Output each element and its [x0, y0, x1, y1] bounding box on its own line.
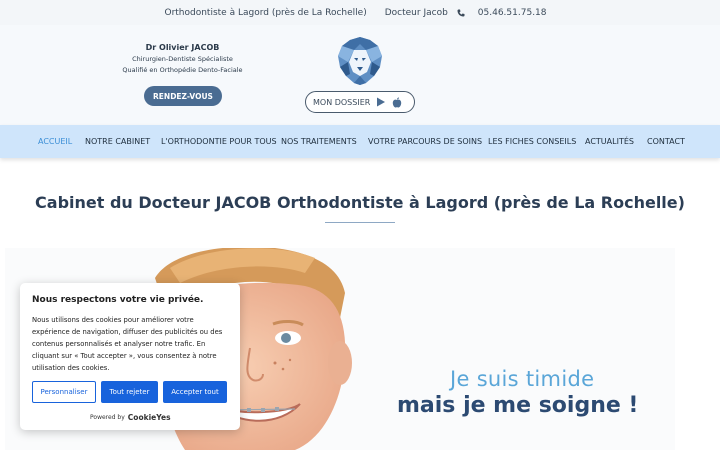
reject-all-button[interactable]: Tout rejeter — [101, 381, 158, 403]
accept-all-button[interactable]: Accepter tout — [163, 381, 227, 403]
cookie-consent-dialog: Nous respectons votre vie privée. Nous u… — [20, 283, 240, 430]
mon-dossier-label: MON DOSSIER — [313, 97, 371, 107]
cookie-description: Nous utilisons des cookies pour améliore… — [32, 316, 223, 372]
cookie-title: Nous respectons votre vie privée. — [32, 295, 204, 305]
doctor-specialty: Chirurgien-Dentiste Spécialiste — [132, 55, 233, 63]
slogan-line-1: Je suis timide — [450, 367, 595, 391]
page-title: Cabinet du Docteur JACOB Orthodontiste à… — [35, 193, 685, 212]
nav-item-parcours[interactable]: VOTRE PARCOURS DE SOINS — [368, 137, 482, 146]
title-divider — [325, 222, 395, 223]
doctor-info: Dr Olivier JACOB Chirurgien-Dentiste Spé… — [110, 43, 255, 74]
nav-item-orthodontie[interactable]: L'ORTHODONTIE POUR TOUS — [161, 137, 277, 146]
powered-by[interactable]: Powered by CookieYes — [90, 413, 171, 422]
nav-item-accueil[interactable]: ACCUEIL — [38, 137, 72, 146]
topbar-phone-link[interactable]: 05.46.51.75.18 — [457, 8, 556, 18]
top-bar: Orthodontiste à Lagord (près de La Roche… — [0, 0, 720, 25]
topbar-title: Orthodontiste à Lagord (près de La Roche… — [164, 7, 367, 18]
lion-logo-icon[interactable] — [336, 36, 384, 86]
nav-item-fiches-conseils[interactable]: LES FICHES CONSEILS — [488, 137, 576, 146]
google-play-icon[interactable] — [376, 97, 386, 107]
doctor-name: Dr Olivier JACOB — [145, 43, 220, 52]
main-nav: ACCUEIL NOTRE CABINET L'ORTHODONTIE POUR… — [0, 125, 720, 158]
slogan-line-2: mais je me soigne ! — [397, 393, 639, 418]
nav-item-actualites[interactable]: ACTUALITÉS — [585, 137, 634, 146]
mon-dossier-button[interactable]: MON DOSSIER — [305, 91, 415, 113]
customize-button[interactable]: Personnaliser — [32, 381, 96, 403]
rendez-vous-button[interactable]: RENDEZ-VOUS — [144, 86, 222, 106]
nav-item-notre-cabinet[interactable]: NOTRE CABINET — [85, 137, 150, 146]
topbar-doctor: Docteur Jacob — [384, 7, 448, 18]
powered-by-label: Powered by — [90, 414, 125, 421]
site-header: Dr Olivier JACOB Chirurgien-Dentiste Spé… — [0, 25, 720, 125]
nav-item-traitements[interactable]: NOS TRAITEMENTS — [281, 137, 357, 146]
doctor-qualification: Qualifié en Orthopédie Dento-Faciale — [122, 66, 243, 74]
nav-item-contact[interactable]: CONTACT — [647, 137, 685, 146]
apple-icon[interactable] — [392, 96, 402, 108]
cookieyes-brand: CookieYes — [127, 413, 171, 422]
phone-icon — [457, 9, 465, 16]
phone-number: 05.46.51.75.18 — [477, 7, 547, 18]
